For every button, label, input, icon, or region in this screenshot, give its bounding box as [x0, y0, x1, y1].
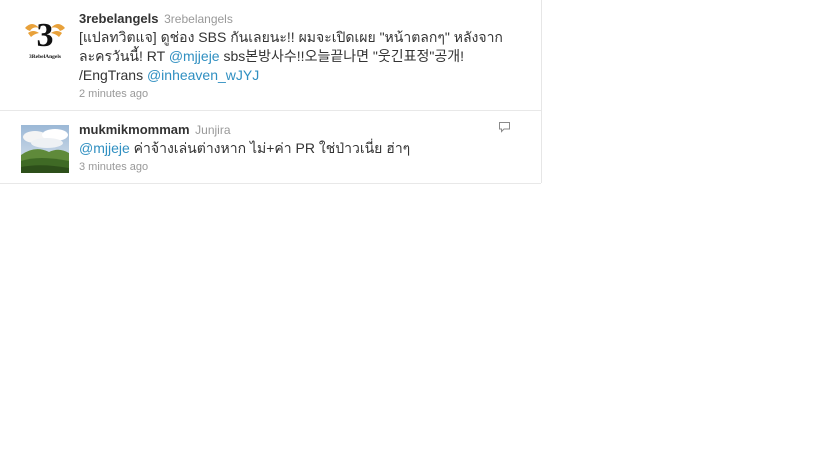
speech-bubble-icon[interactable] — [498, 121, 511, 133]
full-name: Junjira — [195, 123, 231, 137]
tweet-content: 3rebelangels 3rebelangels [แปลทวิตแจ] ดู… — [79, 11, 531, 101]
tweet-header: mukmikmommam Junjira — [79, 122, 531, 138]
avatar[interactable] — [21, 125, 69, 173]
tweet-content: mukmikmommam Junjira @mjjeje ค่าจ้างเล่น… — [79, 122, 531, 174]
mention-link[interactable]: @inheaven_wJYJ — [147, 67, 259, 83]
screen-name-link[interactable]: mukmikmommam — [79, 122, 190, 137]
tweet-item: mukmikmommam Junjira @mjjeje ค่าจ้างเล่น… — [0, 111, 541, 184]
timestamp-link[interactable]: 3 minutes ago — [79, 160, 531, 174]
svg-text:3: 3 — [37, 17, 54, 54]
svg-text:3RebelAngels: 3RebelAngels — [29, 54, 61, 60]
tweet-item: 3 3RebelAngels 3rebelangels 3rebelangels… — [0, 0, 541, 111]
timestamp-link[interactable]: 2 minutes ago — [79, 87, 531, 101]
avatar[interactable]: 3 3RebelAngels — [21, 13, 69, 61]
mention-link[interactable]: @mjjeje — [79, 140, 130, 156]
angel-logo-icon: 3 3RebelAngels — [21, 13, 69, 61]
tweet-timeline: 3 3RebelAngels 3rebelangels 3rebelangels… — [0, 0, 542, 184]
tweet-text-segment: ค่าจ้างเล่นต่างหาก ไม่+ค่า PR ใช่ป่าวเนี… — [129, 140, 411, 156]
mention-link[interactable]: @mjjeje — [169, 48, 220, 64]
tweet-text: [แปลทวิตแจ] ดูช่อง SBS กันเลยนะ!! ผมจะเป… — [79, 28, 531, 85]
full-name: 3rebelangels — [164, 12, 233, 26]
landscape-photo-icon — [21, 125, 69, 173]
tweet-text: @mjjeje ค่าจ้างเล่นต่างหาก ไม่+ค่า PR ใช… — [79, 139, 531, 158]
tweet-header: 3rebelangels 3rebelangels — [79, 11, 531, 27]
screen-name-link[interactable]: 3rebelangels — [79, 11, 159, 26]
